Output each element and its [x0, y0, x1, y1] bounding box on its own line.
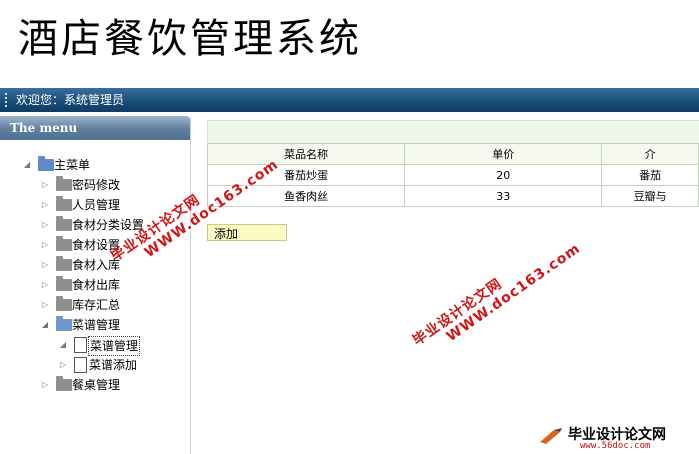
collapsed-triangle-icon[interactable]: ▷: [40, 376, 50, 394]
page-icon: [74, 337, 87, 353]
folder-icon: [56, 196, 72, 211]
top-bar: 欢迎您：系统管理员: [0, 88, 699, 112]
table-row[interactable]: 番茄炒蛋 20 番茄: [206, 164, 699, 186]
welcome-text: 欢迎您：系统管理员: [16, 93, 125, 107]
sidebar-item-label: 库存汇总: [72, 298, 121, 312]
folder-icon: [56, 176, 72, 191]
site-logo: 毕业设计论文网 www.56doc.com: [540, 424, 698, 454]
sidebar-item-label: 菜谱管理: [72, 318, 121, 332]
content-area: 菜品名称 单价 介 番茄炒蛋 20 番茄 鱼香肉丝 33 豆瓣与 添加: [206, 120, 699, 454]
sidebar-menu: The menu ◢ 主菜单 ▷ 密码修改 ▷ 人员管理 ▷ 食材分类设置 ▷ …: [0, 116, 191, 454]
folder-icon: [56, 216, 72, 231]
open-folder-icon: [56, 316, 72, 331]
collapsed-triangle-icon[interactable]: ▷: [40, 196, 50, 214]
collapsed-triangle-icon[interactable]: ▷: [40, 276, 50, 294]
content-toolbar-strip: [207, 120, 699, 143]
sidebar-item-label: 密码修改: [72, 178, 121, 192]
folder-icon: [56, 296, 72, 311]
folder-icon: [38, 156, 54, 171]
folder-icon: [56, 256, 72, 271]
sidebar-item-label: 食材分类设置: [72, 218, 145, 232]
collapsed-triangle-icon[interactable]: ▷: [40, 216, 50, 234]
sidebar-item-label: 人员管理: [72, 198, 121, 212]
table-cell: 番茄: [601, 164, 699, 186]
folder-icon: [56, 376, 72, 391]
sidebar-header: The menu: [0, 116, 190, 140]
expanded-triangle-icon[interactable]: ◢: [22, 156, 32, 174]
collapsed-triangle-icon[interactable]: ▷: [40, 176, 50, 194]
expanded-triangle-icon[interactable]: ◢: [40, 316, 50, 334]
sidebar-subitem-label: 菜谱管理: [88, 336, 141, 356]
logo-url: www.56doc.com: [580, 441, 651, 451]
pen-logo-icon: [540, 428, 562, 444]
table-row[interactable]: 鱼香肉丝 33 豆瓣与: [206, 185, 699, 207]
page-icon: [74, 357, 87, 373]
app-title: 酒店餐饮管理系统: [18, 16, 362, 62]
sidebar-header-label: The menu: [10, 121, 78, 135]
sidebar-item-label: 食材出库: [72, 278, 121, 292]
collapsed-triangle-icon[interactable]: ▷: [40, 296, 50, 314]
collapsed-triangle-icon[interactable]: ▷: [40, 236, 50, 254]
column-header-price[interactable]: 单价: [404, 143, 603, 165]
dish-table: 菜品名称 单价 介 番茄炒蛋 20 番茄 鱼香肉丝 33 豆瓣与: [206, 143, 699, 207]
tree-root-label: 主菜单: [54, 158, 91, 172]
collapsed-triangle-icon[interactable]: ▷: [58, 356, 68, 374]
grip-icon: [5, 93, 10, 107]
column-header-description[interactable]: 介: [601, 143, 699, 165]
collapsed-triangle-icon[interactable]: ▷: [40, 256, 50, 274]
add-button[interactable]: 添加: [207, 224, 287, 241]
sidebar-item-label: 餐桌管理: [72, 378, 121, 392]
table-cell: 豆瓣与: [601, 185, 699, 207]
table-header-row: 菜品名称 单价 介: [206, 143, 699, 165]
sidebar-subitem-label: 菜谱添加: [89, 358, 138, 372]
folder-icon: [56, 236, 72, 251]
table-cell: 20: [404, 164, 603, 186]
table-cell: 33: [404, 185, 603, 207]
folder-icon: [56, 276, 72, 291]
expanded-triangle-icon[interactable]: ◢: [58, 336, 68, 354]
